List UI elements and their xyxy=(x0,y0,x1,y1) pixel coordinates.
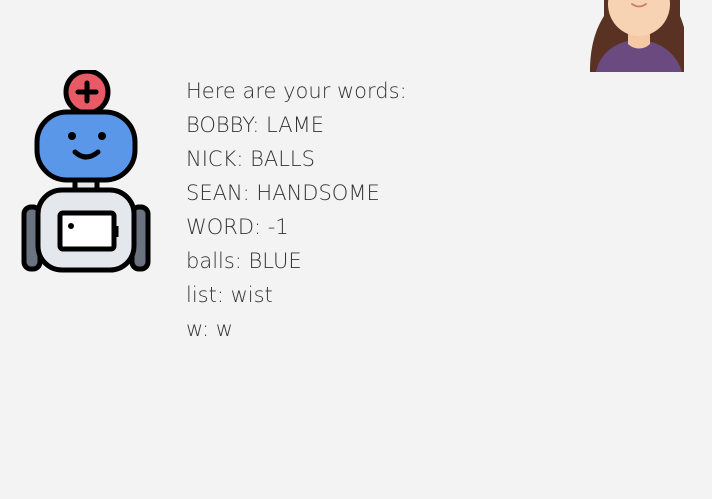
bot-screen xyxy=(57,210,117,252)
word-entry: WORD: -1 xyxy=(186,215,289,239)
message-intro: Here are your words: xyxy=(186,79,407,103)
bot-head xyxy=(34,109,138,183)
word-entry: NICK: BALLS xyxy=(186,147,315,171)
bot-screen-dot xyxy=(68,223,74,229)
user-avatar xyxy=(588,0,684,72)
word-entry: balls: BLUE xyxy=(186,249,302,273)
word-entry: SEAN: HANDSOME xyxy=(186,181,380,205)
word-entry: list: wist xyxy=(186,283,273,307)
bot-eye-right xyxy=(98,132,106,140)
bot-avatar xyxy=(20,68,152,276)
bot-message: Here are your words: BOBBY: LAME NICK: B… xyxy=(186,74,407,346)
robot-avatar-icon xyxy=(21,68,151,273)
word-entry: BOBBY: LAME xyxy=(186,113,324,137)
bot-eye-left xyxy=(68,132,76,140)
word-entry: w: w xyxy=(186,317,233,341)
user-avatar-icon xyxy=(590,0,684,72)
